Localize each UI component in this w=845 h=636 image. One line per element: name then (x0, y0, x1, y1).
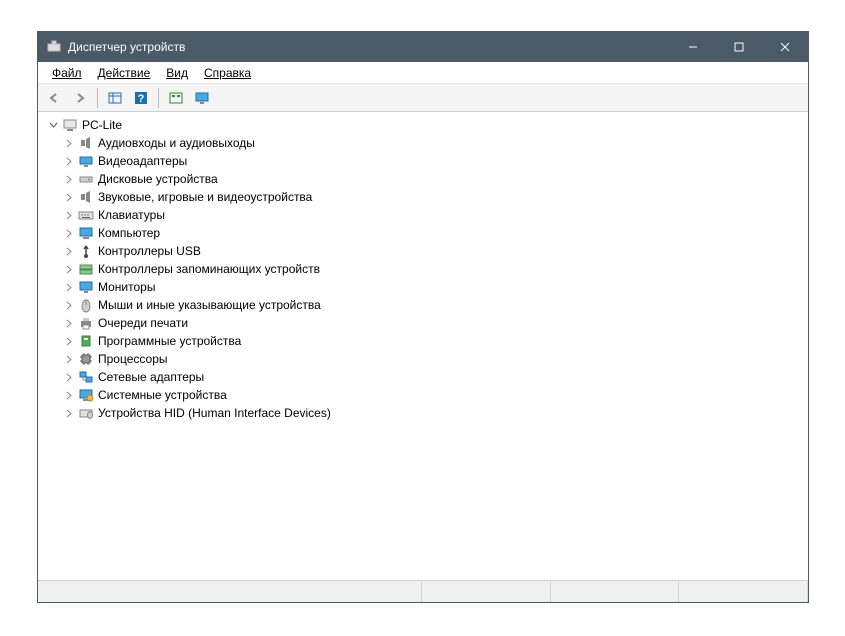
chevron-right-icon[interactable] (62, 172, 76, 186)
tree-category-label: Видеоадаптеры (98, 154, 187, 168)
menu-file[interactable]: Файл (44, 64, 90, 82)
chevron-right-icon[interactable] (62, 334, 76, 348)
tree-category-label: Устройства HID (Human Interface Devices) (98, 406, 331, 420)
system-icon (78, 387, 94, 403)
tree-category-node[interactable]: Дисковые устройства (40, 170, 806, 188)
menubar: Файл Действие Вид Справка (38, 62, 808, 84)
device-manager-window: Диспетчер устройств Файл Действие Вид Сп… (37, 31, 809, 603)
svg-text:?: ? (138, 93, 145, 105)
toolbar: ? (38, 84, 808, 112)
printer-icon (78, 315, 94, 331)
display-icon (78, 153, 94, 169)
tree-category-label: Мыши и иные указывающие устройства (98, 298, 321, 312)
status-cell (679, 581, 808, 602)
chevron-down-icon[interactable] (46, 118, 60, 132)
chevron-right-icon[interactable] (62, 298, 76, 312)
chevron-right-icon[interactable] (62, 190, 76, 204)
scan-hardware-button[interactable] (164, 86, 188, 110)
tree-category-label: Звуковые, игровые и видеоустройства (98, 190, 312, 204)
tree-category-node[interactable]: Мониторы (40, 278, 806, 296)
chevron-right-icon[interactable] (62, 262, 76, 276)
audio-icon (78, 189, 94, 205)
tree-category-node[interactable]: Устройства HID (Human Interface Devices) (40, 404, 806, 422)
network-icon (78, 369, 94, 385)
toolbar-separator (97, 88, 98, 108)
close-button[interactable] (762, 32, 808, 62)
forward-button[interactable] (68, 86, 92, 110)
chevron-right-icon[interactable] (62, 244, 76, 258)
chevron-right-icon[interactable] (62, 154, 76, 168)
menu-view[interactable]: Вид (158, 64, 196, 82)
chevron-right-icon[interactable] (62, 406, 76, 420)
tree-category-node[interactable]: Контроллеры USB (40, 242, 806, 260)
tree-category-node[interactable]: Клавиатуры (40, 206, 806, 224)
computer-icon (78, 225, 94, 241)
tree-category-label: Компьютер (98, 226, 160, 240)
keyboard-icon (78, 207, 94, 223)
tree-category-label: Системные устройства (98, 388, 227, 402)
tree-category-label: Сетевые адаптеры (98, 370, 204, 384)
tree-category-node[interactable]: Аудиовходы и аудиовыходы (40, 134, 806, 152)
tree-category-label: Клавиатуры (98, 208, 165, 222)
tree-category-label: Аудиовходы и аудиовыходы (98, 136, 255, 150)
tree-category-label: Контроллеры USB (98, 244, 201, 258)
tree-category-node[interactable]: Сетевые адаптеры (40, 368, 806, 386)
disk-icon (78, 171, 94, 187)
audio-icon (78, 135, 94, 151)
tree-category-label: Контроллеры запоминающих устройств (98, 262, 320, 276)
tree-category-node[interactable]: Компьютер (40, 224, 806, 242)
show-hide-tree-button[interactable] (103, 86, 127, 110)
hid-icon (78, 405, 94, 421)
monitor-icon (78, 279, 94, 295)
tree-category-node[interactable]: Процессоры (40, 350, 806, 368)
tree-category-label: Программные устройства (98, 334, 241, 348)
tree-category-node[interactable]: Системные устройства (40, 386, 806, 404)
maximize-button[interactable] (716, 32, 762, 62)
chevron-right-icon[interactable] (62, 208, 76, 222)
tree-category-label: Мониторы (98, 280, 155, 294)
app-icon (46, 39, 62, 55)
status-cell (551, 581, 680, 602)
tree-category-label: Дисковые устройства (98, 172, 218, 186)
status-cell (422, 581, 551, 602)
tree-category-node[interactable]: Контроллеры запоминающих устройств (40, 260, 806, 278)
chevron-right-icon[interactable] (62, 370, 76, 384)
tree-root-node[interactable]: PC-Lite (40, 116, 806, 134)
tree-category-label: Очереди печати (98, 316, 188, 330)
tree-root-label: PC-Lite (82, 118, 122, 132)
chevron-right-icon[interactable] (62, 280, 76, 294)
tree-category-label: Процессоры (98, 352, 168, 366)
chevron-right-icon[interactable] (62, 352, 76, 366)
menu-action[interactable]: Действие (90, 64, 159, 82)
tree-category-node[interactable]: Звуковые, игровые и видеоустройства (40, 188, 806, 206)
back-button[interactable] (42, 86, 66, 110)
monitor-button[interactable] (190, 86, 214, 110)
device-tree-panel[interactable]: PC-Lite Аудиовходы и аудиовыходы Видеоада… (38, 112, 808, 580)
tree-category-node[interactable]: Видеоадаптеры (40, 152, 806, 170)
software-icon (78, 333, 94, 349)
chevron-right-icon[interactable] (62, 226, 76, 240)
tree-category-node[interactable]: Программные устройства (40, 332, 806, 350)
help-button[interactable]: ? (129, 86, 153, 110)
statusbar (38, 580, 808, 602)
usb-icon (78, 243, 94, 259)
tree-category-node[interactable]: Мыши и иные указывающие устройства (40, 296, 806, 314)
cpu-icon (78, 351, 94, 367)
computer-icon (62, 117, 78, 133)
menu-help[interactable]: Справка (196, 64, 259, 82)
tree-category-node[interactable]: Очереди печати (40, 314, 806, 332)
chevron-right-icon[interactable] (62, 136, 76, 150)
status-cell (38, 581, 422, 602)
minimize-button[interactable] (670, 32, 716, 62)
chevron-right-icon[interactable] (62, 388, 76, 402)
chevron-right-icon[interactable] (62, 316, 76, 330)
window-title: Диспетчер устройств (68, 40, 670, 54)
titlebar[interactable]: Диспетчер устройств (38, 32, 808, 62)
toolbar-separator (158, 88, 159, 108)
storage-icon (78, 261, 94, 277)
mouse-icon (78, 297, 94, 313)
